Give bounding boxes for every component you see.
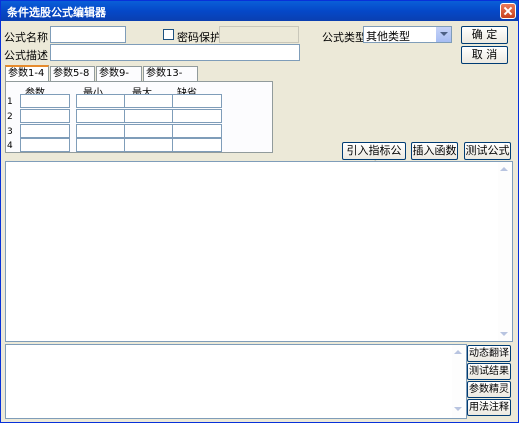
scroll-up-icon[interactable] (500, 167, 508, 171)
cancel-button[interactable]: 取 消 (461, 46, 508, 64)
usage-notes-button[interactable]: 用法注释 (467, 399, 511, 416)
param-min-cell[interactable] (76, 109, 126, 123)
param-max-cell[interactable] (124, 138, 174, 152)
formula-editor-window: 条件选股公式编辑器 公式名称 密码保护 公式类型 其他类型 确 定 公式描述 取… (0, 0, 519, 423)
param-min-cell[interactable] (76, 138, 126, 152)
window-title: 条件选股公式编辑器 (7, 6, 106, 19)
row-number: 4 (7, 141, 13, 151)
param-name-cell[interactable] (20, 138, 70, 152)
output-textarea[interactable] (5, 344, 467, 419)
param-wizard-button[interactable]: 参数精灵 (467, 381, 511, 398)
param-name-cell[interactable] (20, 109, 70, 123)
param-max-cell[interactable] (124, 124, 174, 138)
param-default-cell[interactable] (172, 124, 222, 138)
password-checkbox[interactable] (163, 29, 174, 40)
row-number: 2 (7, 112, 13, 122)
insert-function-button[interactable]: 插入函数 (411, 142, 458, 160)
param-min-cell[interactable] (76, 124, 126, 138)
scroll-up-icon[interactable] (454, 350, 462, 354)
formula-type-select[interactable]: 其他类型 (363, 26, 452, 43)
dynamic-translate-button[interactable]: 动态翻译 (467, 345, 511, 362)
row-number: 3 (7, 127, 13, 137)
password-label: 密码保护 (177, 31, 221, 44)
params-panel: 参数 最小 最大 缺省 1 2 3 4 (5, 81, 273, 153)
row-number: 1 (7, 97, 13, 107)
scroll-down-icon[interactable] (500, 332, 508, 336)
param-min-cell[interactable] (76, 94, 126, 108)
param-name-cell[interactable] (20, 94, 70, 108)
param-default-cell[interactable] (172, 138, 222, 152)
formula-desc-label: 公式描述 (4, 49, 48, 62)
output-scrollbar[interactable] (452, 345, 466, 418)
formula-name-input[interactable] (50, 26, 126, 43)
test-formula-button[interactable]: 测试公式 (464, 142, 511, 160)
param-max-cell[interactable] (124, 94, 174, 108)
chevron-down-icon[interactable] (435, 27, 451, 42)
ok-button[interactable]: 确 定 (461, 26, 508, 44)
password-input[interactable] (219, 26, 299, 43)
param-default-cell[interactable] (172, 94, 222, 108)
close-icon[interactable] (500, 3, 516, 19)
tab-params-1-4[interactable]: 参数1-4 (5, 65, 49, 82)
tab-params-9-12[interactable]: 参数9-12 (96, 66, 142, 93)
tab-params-13-16[interactable]: 参数13-16 (143, 66, 198, 93)
scroll-down-icon[interactable] (454, 407, 462, 411)
title-bar[interactable]: 条件选股公式编辑器 (1, 1, 518, 21)
tab-params-5-8[interactable]: 参数5-8 (50, 66, 95, 81)
param-default-cell[interactable] (172, 109, 222, 123)
test-results-button[interactable]: 测试结果 (467, 363, 511, 380)
formula-type-value: 其他类型 (366, 30, 410, 43)
param-max-cell[interactable] (124, 109, 174, 123)
formula-name-label: 公式名称 (4, 31, 48, 44)
import-indicator-button[interactable]: 引入指标公式 (342, 142, 406, 173)
formula-editor-textarea[interactable] (5, 161, 513, 342)
editor-scrollbar[interactable] (498, 162, 512, 341)
formula-type-label: 公式类型 (322, 31, 366, 44)
param-name-cell[interactable] (20, 124, 70, 138)
formula-desc-input[interactable] (50, 44, 300, 61)
